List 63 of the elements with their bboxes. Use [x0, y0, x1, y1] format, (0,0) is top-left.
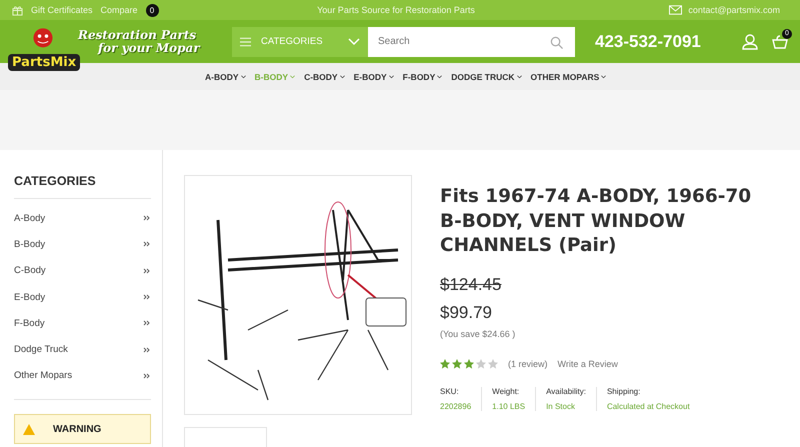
- chevron-down-icon: [601, 74, 606, 78]
- phone-number: 423-532-7091: [595, 32, 702, 52]
- search-icon[interactable]: [550, 36, 563, 48]
- double-chevron-icon: [143, 294, 151, 300]
- nav-link[interactable]: DODGE TRUCK: [451, 72, 515, 82]
- nav-link[interactable]: C-BODY: [304, 72, 338, 82]
- search-field[interactable]: Search: [368, 26, 575, 56]
- category-link[interactable]: F-Body: [14, 318, 45, 329]
- nav-link[interactable]: OTHER MOPARS: [530, 72, 600, 82]
- star-icon: [476, 358, 486, 368]
- product-image[interactable]: [184, 175, 412, 415]
- gift-icon: [12, 4, 23, 16]
- double-chevron-icon: [143, 215, 151, 222]
- chevron-down-icon: [388, 74, 394, 78]
- spec-label: Weight:: [492, 386, 520, 396]
- spec-value: 2202896: [440, 402, 472, 410]
- double-chevron-icon: [143, 372, 151, 379]
- star-icon: [452, 358, 462, 368]
- spec-value: Calculated at Checkout: [606, 402, 690, 410]
- nav-link[interactable]: E-BODY: [354, 72, 387, 82]
- warning-text: WARNING: [53, 424, 102, 435]
- spec-value: In Stock: [546, 402, 576, 410]
- star-icon: [440, 358, 450, 368]
- write-review-link[interactable]: Write a Review: [558, 358, 618, 368]
- chevron-down-icon: [437, 74, 442, 78]
- logo[interactable]: PartsMix: [8, 24, 78, 86]
- chevron-down-icon: [340, 74, 345, 78]
- category-link[interactable]: E-Body: [14, 292, 46, 303]
- chevron-down-icon: [348, 38, 360, 46]
- mail-icon: [669, 5, 682, 15]
- category-link[interactable]: C-Body: [14, 265, 46, 276]
- cart-icon[interactable]: [772, 34, 788, 48]
- category-link[interactable]: A-Body: [14, 212, 46, 224]
- category-link[interactable]: Dodge Truck: [14, 344, 68, 356]
- star-icon: [464, 358, 474, 368]
- menu-icon: [240, 36, 251, 46]
- category-link[interactable]: B-Body: [14, 238, 46, 250]
- double-chevron-icon: [143, 241, 151, 248]
- spec-value: 1.10 LBS: [492, 402, 526, 410]
- chevron-down-icon: [516, 74, 522, 78]
- old-price: $124.45: [440, 274, 502, 294]
- chevron-down-icon: [240, 74, 246, 78]
- spec-label: Availability:: [546, 386, 586, 396]
- sidebar-title: CATEGORIES: [14, 174, 151, 199]
- double-chevron-icon: [143, 320, 151, 326]
- review-count: (1 review): [508, 358, 548, 368]
- nav-link[interactable]: A-BODY: [205, 72, 239, 82]
- savings-text: (You save $24.66 ): [440, 328, 516, 338]
- spec-label: Shipping:: [606, 386, 642, 396]
- star-icon: [488, 358, 498, 368]
- product-title: Fits 1967-74 A-BODY, 1966-70 B-BODY, VENT WINDOW CHANNELS (Pair): [440, 185, 752, 258]
- category-link[interactable]: Other Mopars: [14, 370, 72, 382]
- slogan: Restoration Parts for your Mopar: [78, 28, 202, 54]
- spec-label: SKU:: [440, 386, 460, 396]
- chevron-down-icon: [290, 74, 296, 78]
- user-icon[interactable]: [742, 34, 758, 50]
- compare-count-badge: 0: [146, 4, 159, 16]
- tagline: Your Parts Source for Restoration Parts: [317, 5, 475, 15]
- price: $99.79: [440, 302, 493, 322]
- warning-icon: [23, 424, 35, 435]
- double-chevron-icon: [143, 346, 151, 353]
- nav-link[interactable]: F-BODY: [402, 72, 436, 82]
- double-chevron-icon: [143, 268, 151, 274]
